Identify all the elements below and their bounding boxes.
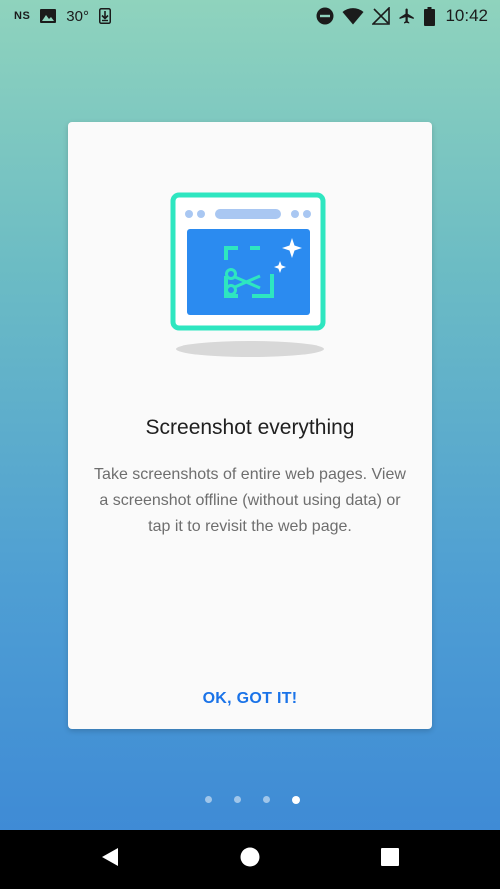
wifi-icon: [342, 7, 364, 25]
image-icon: [40, 9, 57, 23]
promo-description: Take screenshots of entire web pages. Vi…: [94, 466, 406, 535]
status-bar: NS 30° 10:42: [0, 0, 500, 32]
ok-got-it-button[interactable]: OK, GOT IT!: [190, 684, 310, 714]
onboarding-screen: NS 30° 10:42 Screenshot everything Take …: [0, 0, 500, 889]
promo-title: Screenshot everything: [145, 416, 355, 439]
promo-card: Screenshot everything Take screenshots o…: [68, 122, 432, 729]
do-not-disturb-icon: [316, 7, 334, 25]
page-dot-1[interactable]: [204, 796, 212, 803]
screenshot-illustration: [168, 190, 332, 360]
navigation-bar: [0, 830, 500, 889]
clock: 10:42: [445, 6, 488, 25]
page-dot-3[interactable]: [262, 796, 270, 803]
no-signal-icon: [372, 7, 391, 25]
back-icon: [100, 847, 120, 872]
airplane-icon: [398, 7, 416, 25]
recents-icon: [381, 848, 399, 871]
home-icon: [240, 847, 260, 872]
back-button[interactable]: [80, 830, 140, 889]
download-icon: [98, 8, 111, 24]
page-indicator: [0, 796, 500, 806]
recents-button[interactable]: [360, 830, 420, 889]
home-button[interactable]: [220, 830, 280, 889]
battery-icon: [424, 6, 436, 26]
page-dot-4-active[interactable]: [291, 796, 300, 804]
carrier-label: NS: [14, 10, 31, 22]
status-bar-left: NS 30°: [14, 0, 111, 32]
illustration-shadow: [176, 341, 324, 357]
status-bar-right: 10:42: [316, 0, 488, 32]
temperature-label: 30°: [66, 7, 89, 25]
page-dot-2[interactable]: [233, 796, 241, 803]
